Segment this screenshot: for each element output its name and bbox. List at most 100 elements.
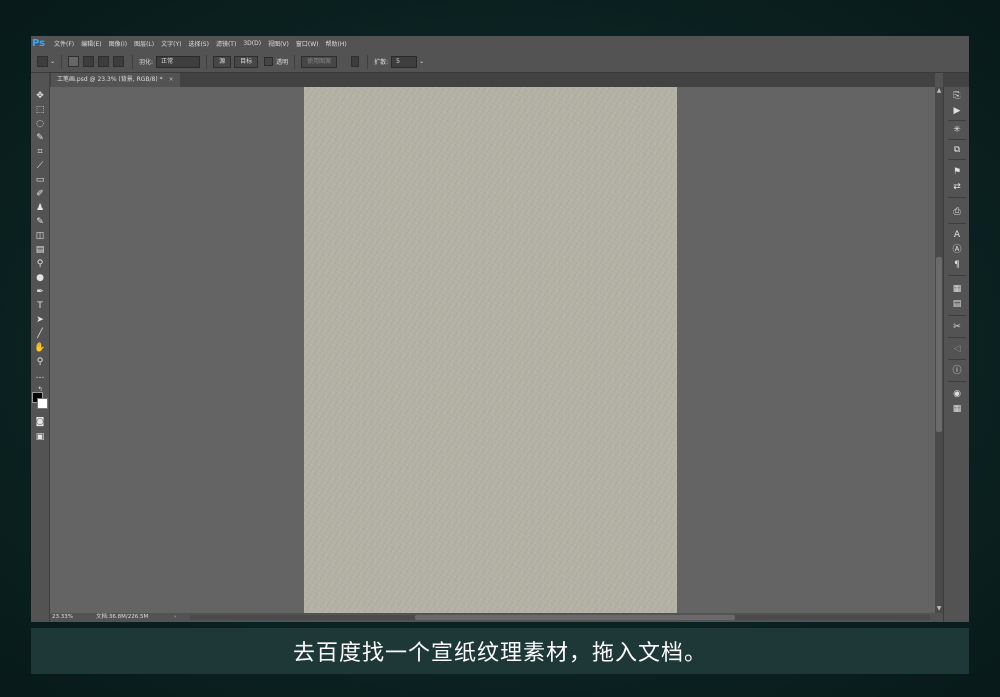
menu-3d[interactable]: 3D(D) <box>243 40 261 47</box>
type-tool-icon[interactable]: T <box>31 299 49 313</box>
rice-paper-texture-canvas[interactable] <box>304 87 677 613</box>
menu-file[interactable]: 文件(F) <box>54 39 74 48</box>
tool-preset-picker[interactable]: ⌄ <box>37 56 55 67</box>
patch-style-select[interactable]: 正常 <box>156 55 201 68</box>
patch-tool-icon[interactable]: ▭ <box>31 173 49 187</box>
info-icon[interactable]: ⓘ <box>944 364 969 378</box>
panel-divider <box>948 337 966 338</box>
caption-bar: 去百度找一个宣纸纹理素材，拖入文档。 <box>31 628 969 674</box>
marquee-tool-icon[interactable]: ⬚ <box>31 103 49 117</box>
menu-view[interactable]: 视图(V) <box>268 39 289 48</box>
zoom-level[interactable]: 23.33% <box>52 613 73 622</box>
brush-settings-icon[interactable]: ✳ <box>944 123 969 137</box>
menu-layer[interactable]: 图层(L) <box>134 39 154 48</box>
canvas-area[interactable] <box>50 87 935 613</box>
zoom-tool-icon[interactable]: ⚲ <box>31 355 49 369</box>
document-tab[interactable]: 工笔画.psd @ 23.3% (背景, RGB/8) * × <box>51 73 180 87</box>
3d-icon[interactable]: ◉ <box>944 387 969 401</box>
source-button-label[interactable]: 源 <box>213 55 232 68</box>
status-menu-arrow[interactable]: › <box>174 613 176 622</box>
blur-tool-icon[interactable]: ⚲ <box>31 257 49 271</box>
gradient-tool-icon[interactable]: ▤ <box>31 243 49 257</box>
scroll-up-icon[interactable]: ▲ <box>935 87 943 95</box>
paragraph-icon[interactable]: ¶ <box>944 258 969 272</box>
background-color-swatch[interactable] <box>37 398 48 409</box>
menu-help[interactable]: 帮助(H) <box>326 39 347 48</box>
options-divider <box>132 54 134 69</box>
checkbox-box[interactable] <box>264 57 274 66</box>
panel-divider <box>948 315 966 316</box>
dodge-tool-icon[interactable]: ● <box>31 271 49 285</box>
vertical-scroll-thumb[interactable] <box>936 257 942 432</box>
scroll-down-icon[interactable]: ▼ <box>935 605 943 613</box>
libraries-icon[interactable]: ▦ <box>944 282 969 296</box>
grid-icon[interactable]: ▦ <box>944 402 969 416</box>
panel-divider <box>948 359 966 360</box>
menu-type[interactable]: 文字(Y) <box>161 39 181 48</box>
right-panel-dock: ⎘ ▶ ✳ ⧉ ⚑ ⇄ ⎙ A Ⓐ ¶ ▦ ▤ ✂ ◁ ⓘ ◉ ▦ <box>943 87 969 622</box>
menu-image[interactable]: 图像(I) <box>109 39 127 48</box>
path-select-tool-icon[interactable]: ➤ <box>31 313 49 327</box>
character-icon[interactable]: A <box>944 228 969 242</box>
tools-cross-icon[interactable]: ✂ <box>944 320 969 334</box>
document-tab-row: 工笔画.psd @ 23.3% (背景, RGB/8) * × <box>49 73 935 87</box>
layer-comps-icon[interactable]: ⎙ <box>944 205 969 219</box>
actions-play-icon[interactable]: ▶ <box>944 104 969 118</box>
tool-presets-icon[interactable]: ⚑ <box>944 165 969 179</box>
diffusion-value[interactable]: 5 <box>391 55 418 68</box>
use-pattern-label[interactable]: 使用图案 <box>301 55 338 68</box>
pattern-picker[interactable] <box>351 56 361 67</box>
options-divider <box>294 54 296 69</box>
transparent-checkbox[interactable]: 透明 <box>264 57 288 66</box>
options-divider <box>367 54 369 69</box>
pen-tool-icon[interactable]: ✒ <box>31 285 49 299</box>
line-tool-icon[interactable]: ╱ <box>31 327 49 341</box>
adjustments-icon[interactable]: ⇄ <box>944 180 969 194</box>
selection-mode-add[interactable] <box>83 56 96 67</box>
destination-button-label[interactable]: 目标 <box>234 55 259 68</box>
photoshop-window: Ps 文件(F) 编辑(E) 图像(I) 图层(L) 文字(Y) 选择(S) 滤… <box>31 36 969 622</box>
selection-mode-subtract[interactable] <box>98 56 111 67</box>
vertical-scrollbar[interactable]: ▲ ▼ <box>935 87 943 613</box>
panel-divider <box>948 197 966 198</box>
screen-mode-icon[interactable]: ▣ <box>31 430 49 444</box>
crop-tool-icon[interactable]: ⌗ <box>31 145 49 159</box>
hand-tool-icon[interactable]: ✋ <box>31 341 49 355</box>
panel-divider <box>948 120 966 121</box>
more-tools-icon[interactable]: … <box>31 369 49 383</box>
move-tool-icon[interactable]: ✥ <box>31 89 49 103</box>
source-button[interactable]: 源 <box>213 55 232 68</box>
destination-button[interactable]: 目标 <box>234 55 259 68</box>
menu-edit[interactable]: 编辑(E) <box>81 39 101 48</box>
notes-icon[interactable]: ▤ <box>944 297 969 311</box>
quick-mask-icon[interactable]: ◙ <box>31 415 49 429</box>
menu-bar: Ps 文件(F) 编辑(E) 图像(I) 图层(L) 文字(Y) 选择(S) 滤… <box>31 36 969 51</box>
panel-divider <box>948 139 966 140</box>
clone-source-icon[interactable]: ⧉ <box>944 143 969 157</box>
menu-select[interactable]: 选择(S) <box>188 39 209 48</box>
menu-window[interactable]: 窗口(W) <box>296 39 319 48</box>
use-pattern-button[interactable]: 使用图案 <box>301 55 338 68</box>
close-tab-icon[interactable]: × <box>169 76 174 83</box>
brush-tool-icon[interactable]: ✐ <box>31 187 49 201</box>
panel-divider <box>948 275 966 276</box>
eraser-tool-icon[interactable]: ◫ <box>31 229 49 243</box>
stamp-tool-icon[interactable]: ♟ <box>31 201 49 215</box>
tutorial-caption: 去百度找一个宣纸纹理素材，拖入文档。 <box>292 641 707 666</box>
selection-mode-intersect[interactable] <box>113 56 126 67</box>
horizontal-scroll-thumb[interactable] <box>415 615 735 620</box>
status-bar: 23.33% 文档:36.8M/226.5M › <box>50 613 935 622</box>
quick-select-tool-icon[interactable]: ✎ <box>31 131 49 145</box>
selection-mode-new[interactable] <box>68 56 81 67</box>
horizontal-scrollbar[interactable] <box>190 615 930 620</box>
panel-dock-header <box>943 73 969 87</box>
eyedropper-tool-icon[interactable]: ⟋ <box>31 159 49 173</box>
diffusion-select[interactable]: 5 ⌄ <box>391 55 424 68</box>
character-styles-icon[interactable]: Ⓐ <box>944 243 969 257</box>
properties-icon[interactable]: ◁ <box>944 342 969 356</box>
menu-filter[interactable]: 滤镜(T) <box>216 39 236 48</box>
history-icon[interactable]: ⎘ <box>944 89 969 103</box>
patch-style-value[interactable]: 正常 <box>156 55 201 68</box>
lasso-tool-icon[interactable]: ◌ <box>31 117 49 131</box>
history-brush-tool-icon[interactable]: ✎ <box>31 215 49 229</box>
